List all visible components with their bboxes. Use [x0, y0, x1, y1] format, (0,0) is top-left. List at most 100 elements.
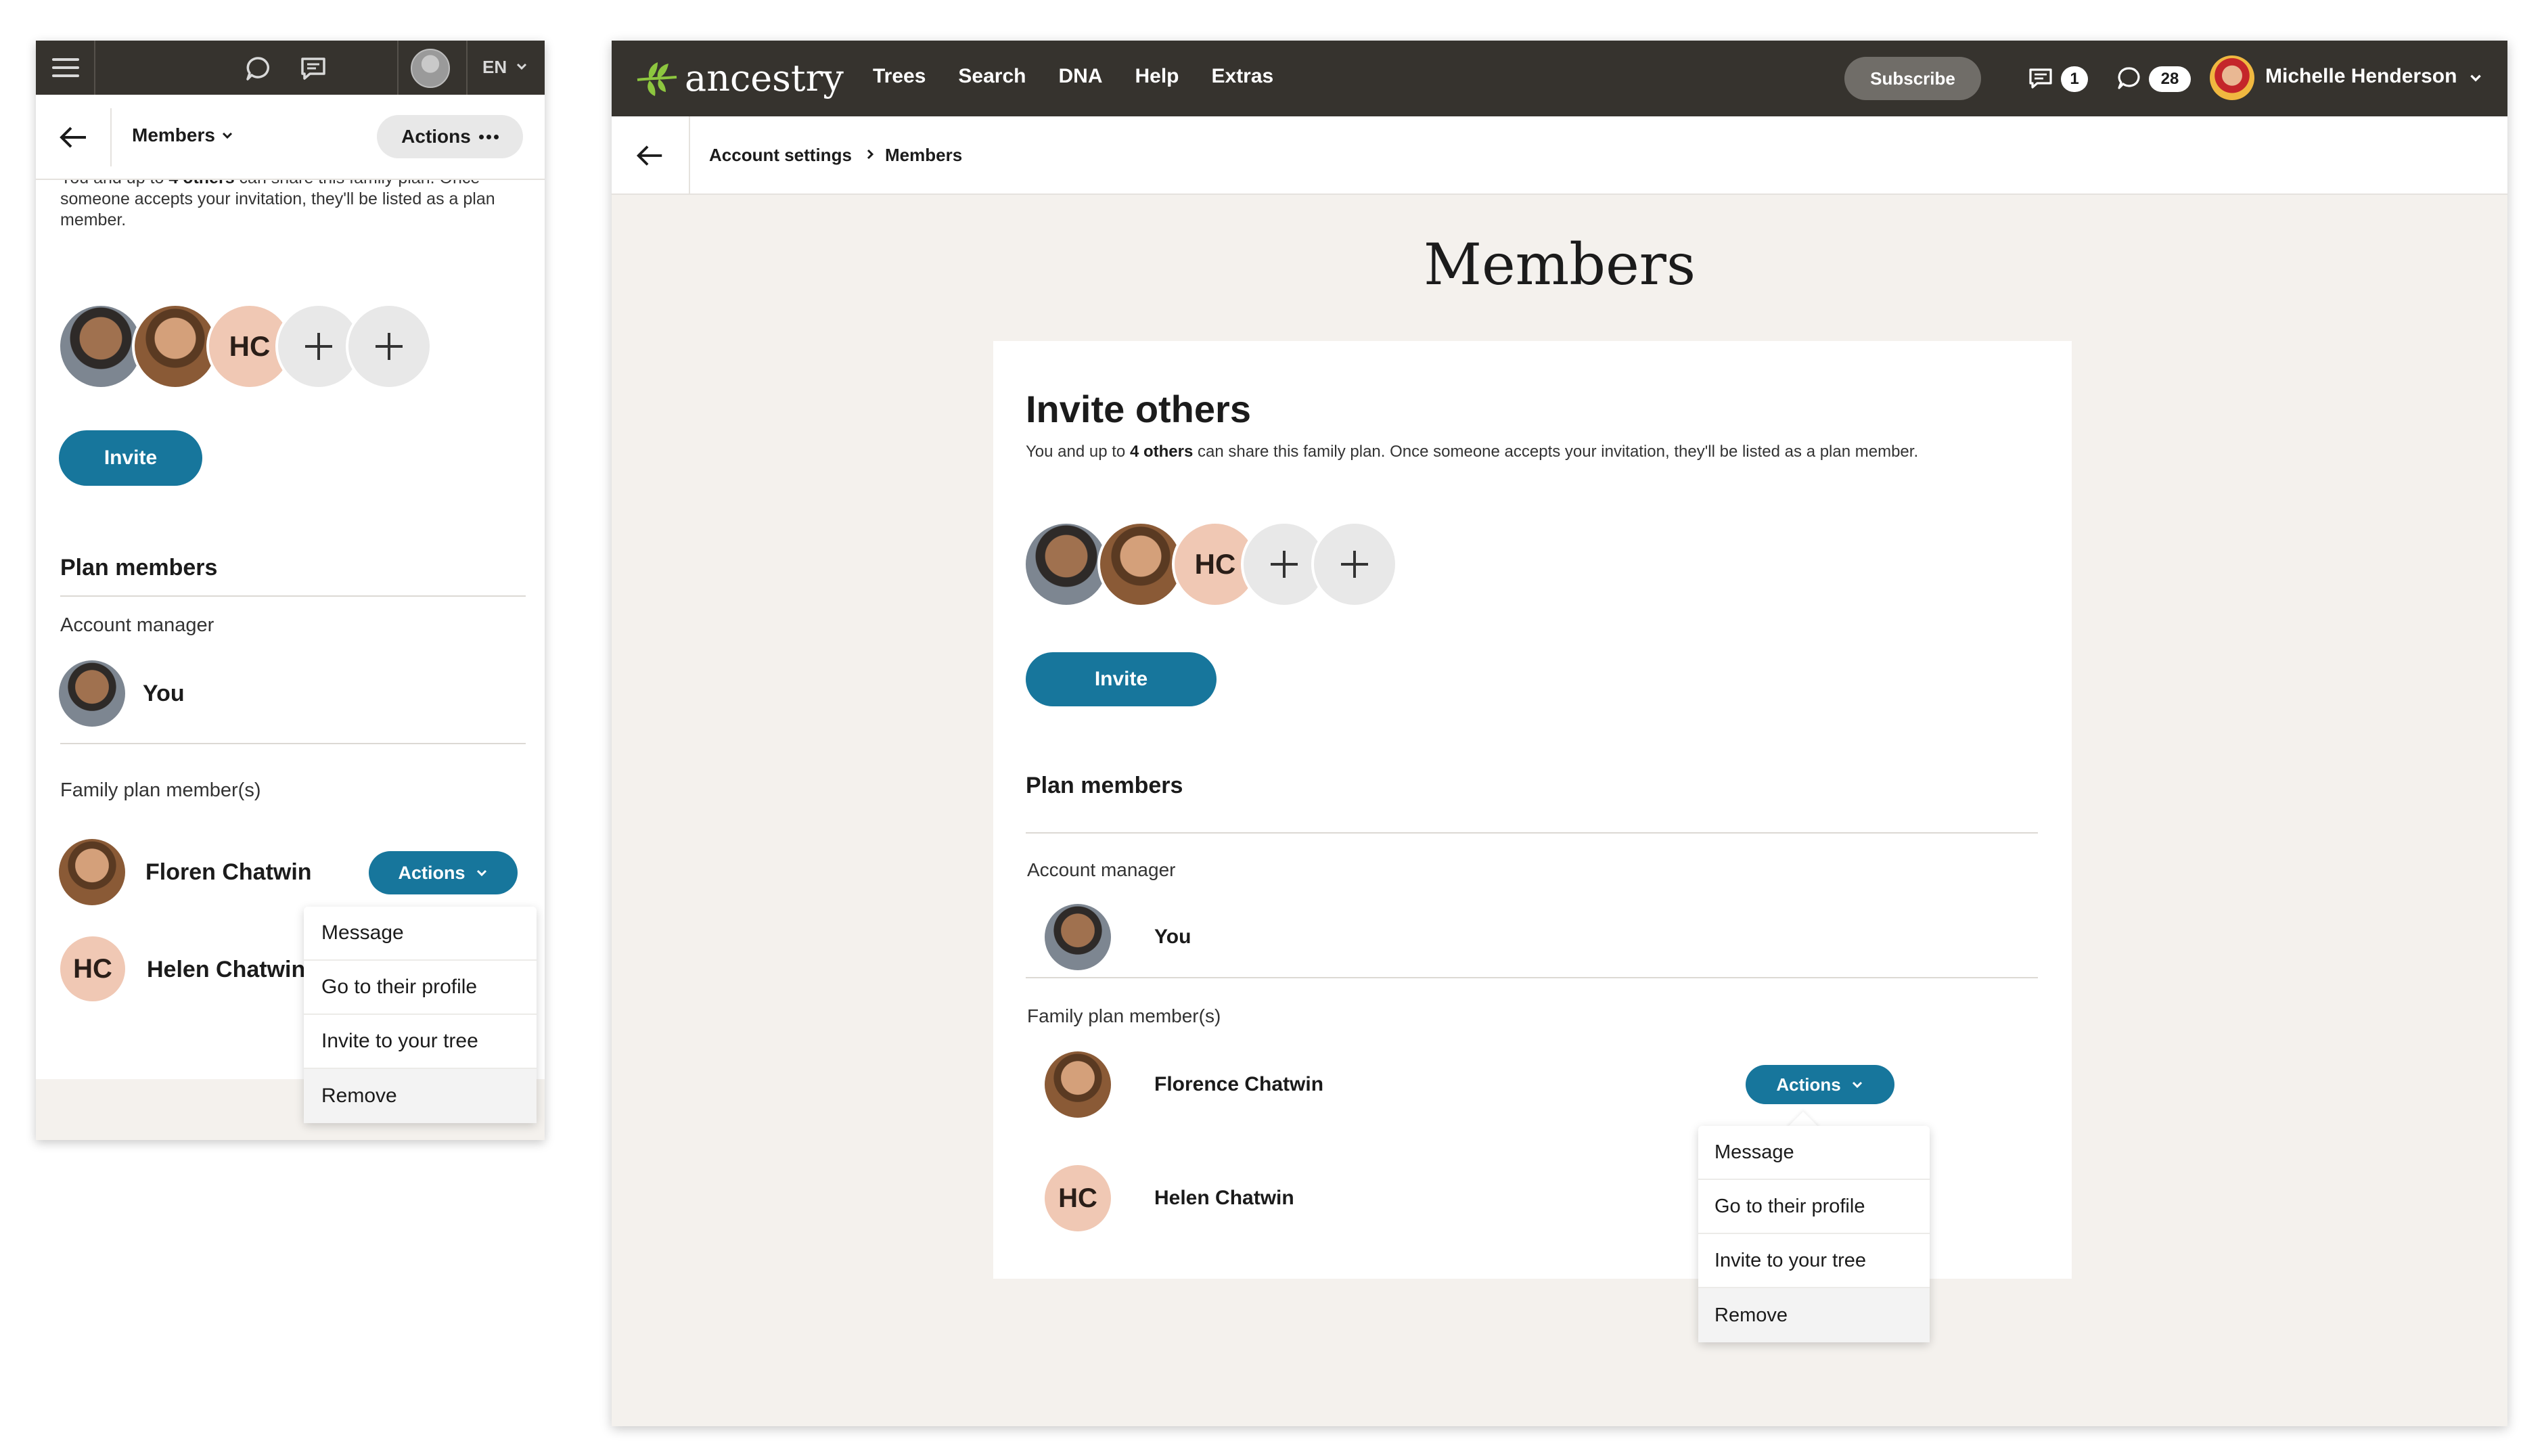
notifications-icon[interactable]	[243, 54, 273, 84]
add-member-slot[interactable]	[1311, 521, 1398, 608]
members-dropdown[interactable]: Members	[132, 124, 234, 146]
member-actions-menu: Message Go to their profile Invite to yo…	[304, 907, 537, 1123]
divider	[1026, 977, 2038, 978]
member-avatar	[59, 660, 125, 727]
member-avatar	[59, 839, 125, 905]
member-name: You	[1154, 926, 1191, 948]
member-actions-button[interactable]: Actions	[1746, 1065, 1894, 1104]
member-actions-button[interactable]: Actions	[369, 851, 518, 894]
notifications-count-badge: 28	[2149, 66, 2191, 92]
nav-link-trees[interactable]: Trees	[873, 65, 926, 88]
hamburger-menu-icon[interactable]	[47, 53, 85, 83]
plus-icon	[305, 333, 332, 360]
member-name: Helen Chatwin	[1154, 1187, 1294, 1209]
add-member-slot[interactable]	[346, 303, 432, 390]
desktop-top-bar: ancestry Trees Search DNA Help Extras Su…	[612, 41, 2507, 116]
user-name-menu[interactable]: Michelle Henderson	[2265, 65, 2457, 88]
family-members-label: Family plan member(s)	[60, 779, 261, 801]
divider	[94, 41, 95, 95]
page-title: Members	[1423, 231, 1696, 298]
language-selector[interactable]: EN	[482, 57, 507, 78]
menu-item-remove[interactable]: Remove	[1698, 1288, 1930, 1342]
divider	[110, 108, 112, 166]
menu-item-invite-to-tree[interactable]: Invite to your tree	[304, 1015, 537, 1069]
mobile-screen: EN You and up to 4 others can share this…	[36, 41, 545, 1140]
menu-item-message[interactable]: Message	[304, 907, 537, 961]
mobile-sub-nav: Members Actions	[36, 95, 545, 180]
plan-members-heading: Plan members	[1026, 773, 1183, 798]
plus-icon	[376, 333, 403, 360]
member-avatar	[1023, 521, 1110, 608]
nav-link-extras[interactable]: Extras	[1212, 65, 1274, 88]
divider	[397, 41, 399, 95]
user-avatar[interactable]	[411, 49, 450, 88]
member-name: Helen Chatwin	[147, 957, 306, 982]
menu-item-invite-to-tree[interactable]: Invite to your tree	[1698, 1234, 1930, 1288]
member-avatar	[1045, 1051, 1111, 1118]
chevron-down-icon	[516, 63, 527, 70]
divider	[60, 743, 526, 744]
leaf-logo-icon	[637, 62, 677, 96]
member-actions-label: Actions	[1776, 1074, 1841, 1095]
invite-button[interactable]: Invite	[1026, 652, 1217, 706]
page-actions-label: Actions	[401, 126, 471, 147]
notifications-icon[interactable]	[2115, 65, 2142, 92]
invite-avatar-row: HC	[58, 303, 463, 392]
more-dots-icon	[478, 134, 499, 139]
messages-icon[interactable]	[298, 54, 328, 84]
chevron-down-icon	[222, 132, 232, 139]
breadcrumb-bar: Account settings Members	[612, 116, 2507, 195]
divider	[689, 116, 690, 195]
page-actions-button[interactable]: Actions	[377, 115, 523, 158]
menu-item-go-to-profile[interactable]: Go to their profile	[1698, 1180, 1930, 1234]
mobile-top-bar: EN	[36, 41, 545, 95]
chevron-right-icon	[867, 149, 874, 160]
member-name: Floren Chatwin	[145, 859, 312, 885]
breadcrumb-members: Members	[885, 145, 963, 165]
members-dropdown-label: Members	[132, 124, 215, 145]
invite-avatar-row: HC	[1023, 521, 1429, 613]
account-manager-label: Account manager	[60, 614, 214, 636]
back-arrow-icon[interactable]	[633, 139, 666, 172]
family-members-label: Family plan member(s)	[1027, 1005, 1221, 1026]
subscribe-button[interactable]: Subscribe	[1844, 57, 1981, 100]
member-actions-menu: Message Go to their profile Invite to yo…	[1698, 1126, 1930, 1342]
ancestry-logo[interactable]: ancestry	[635, 57, 844, 99]
menu-item-go-to-profile[interactable]: Go to their profile	[304, 961, 537, 1015]
account-manager-label: Account manager	[1027, 859, 1176, 880]
chevron-down-icon	[2470, 74, 2481, 82]
back-arrow-icon[interactable]	[56, 120, 90, 154]
nav-link-dna[interactable]: DNA	[1058, 65, 1102, 88]
logo-wordmark: ancestry	[685, 57, 844, 99]
user-avatar[interactable]	[2210, 55, 2254, 100]
chevron-down-icon	[476, 869, 486, 877]
invite-heading: Invite others	[1026, 388, 1251, 430]
member-avatar	[58, 303, 144, 390]
plan-members-heading: Plan members	[60, 555, 218, 581]
menu-item-message[interactable]: Message	[1698, 1126, 1930, 1180]
initials-avatar: HC	[60, 936, 125, 1001]
chevron-down-icon	[1852, 1081, 1862, 1089]
divider	[466, 41, 468, 95]
messages-icon[interactable]	[2027, 65, 2054, 92]
divider	[60, 595, 526, 597]
main-nav: Trees Search DNA Help Extras	[873, 65, 1273, 88]
member-avatar	[1045, 904, 1111, 970]
invite-button[interactable]: Invite	[59, 430, 202, 486]
nav-link-search[interactable]: Search	[958, 65, 1026, 88]
messages-count-badge: 1	[2061, 66, 2088, 92]
member-avatar	[132, 303, 219, 390]
breadcrumb-account-settings[interactable]: Account settings	[709, 145, 852, 166]
initials-avatar: HC	[1045, 1165, 1111, 1231]
menu-item-remove[interactable]: Remove	[304, 1069, 537, 1123]
plus-icon	[1341, 551, 1368, 578]
mobile-page: You and up to 4 others can share this fa…	[36, 95, 545, 1123]
plus-icon	[1271, 551, 1298, 578]
member-name: You	[143, 681, 185, 706]
member-actions-label: Actions	[398, 862, 465, 883]
nav-link-help[interactable]: Help	[1135, 65, 1179, 88]
invite-intro-text: You and up to 4 others can share this fa…	[1026, 442, 1919, 461]
member-avatar	[1097, 521, 1184, 608]
divider	[1026, 832, 2038, 834]
member-name: Florence Chatwin	[1154, 1073, 1324, 1095]
